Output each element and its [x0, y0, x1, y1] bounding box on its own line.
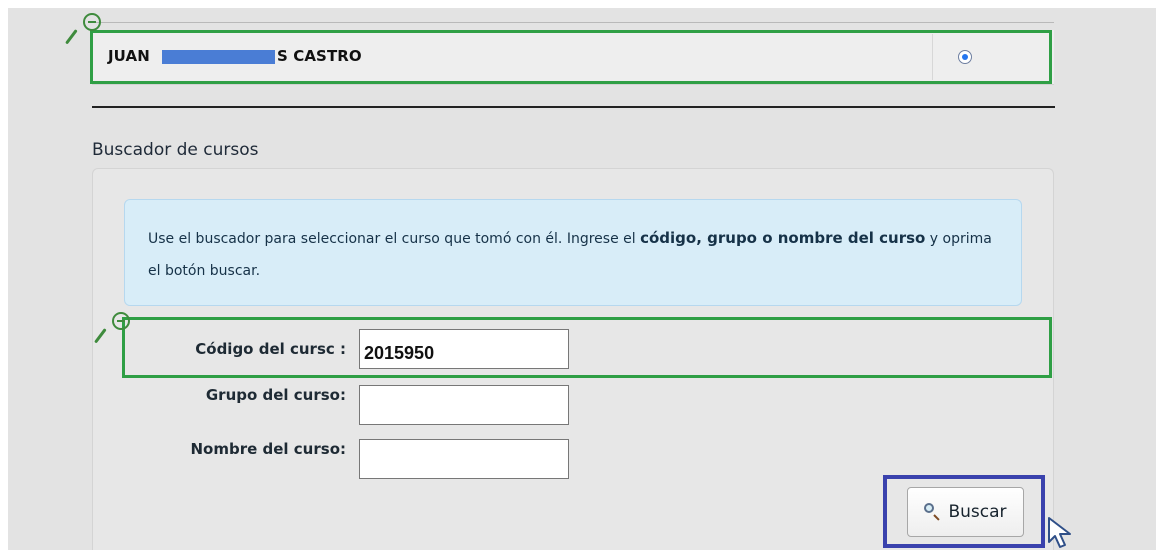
course-code-highlight	[122, 317, 1052, 378]
instruction-prefix: Use el buscador para seleccionar el curs…	[148, 231, 641, 247]
search-button[interactable]: Buscar	[907, 487, 1024, 537]
course-group-input[interactable]	[359, 385, 569, 425]
top-rule	[92, 22, 1054, 23]
cursor-icon	[1048, 517, 1071, 548]
magnifier-lens-icon	[83, 13, 101, 31]
magnifier-icon	[94, 312, 130, 346]
student-highlight	[90, 30, 1052, 84]
course-name-label: Nombre del curso:	[190, 440, 347, 458]
instruction-emphasis: código, grupo o nombre del curso	[640, 229, 926, 247]
magnifier-icon	[65, 13, 101, 47]
instruction-text: Use el buscador para seleccionar el curs…	[148, 222, 1008, 287]
instruction-box: Use el buscador para seleccionar el curs…	[124, 199, 1022, 306]
section-divider	[92, 106, 1055, 108]
section-title: Buscador de cursos	[92, 140, 259, 160]
search-icon	[924, 503, 942, 521]
search-button-label: Buscar	[948, 502, 1007, 522]
magnifier-lens-icon	[112, 312, 130, 330]
course-name-input[interactable]	[359, 439, 569, 479]
course-group-label: Grupo del curso:	[205, 386, 346, 404]
